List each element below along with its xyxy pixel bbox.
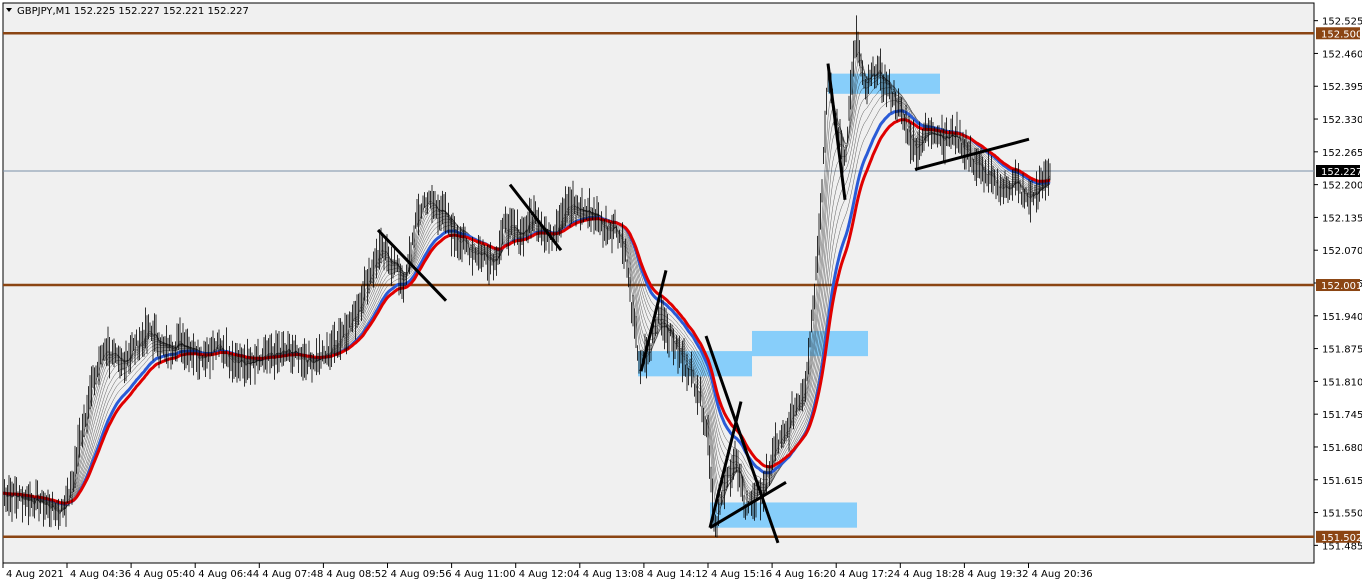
price-chart[interactable]: GBPJPY,M1 152.225 152.227 152.221 152.22… <box>0 0 1362 584</box>
x-tick-label: 4 Aug 04:36 <box>70 569 131 580</box>
y-tick-label: 151.810 <box>1322 377 1362 388</box>
x-tick-label: 4 Aug 09:56 <box>391 569 452 580</box>
y-tick-label: 152.135 <box>1322 213 1362 224</box>
x-tick-label: 4 Aug 17:24 <box>839 569 900 580</box>
level-price-label: 151.502 <box>1321 533 1362 544</box>
plot-area <box>2 2 1315 564</box>
y-tick-label: 152.330 <box>1322 115 1362 126</box>
y-tick-label: 151.875 <box>1322 345 1362 356</box>
x-tick-label: 4 Aug 19:32 <box>967 569 1028 580</box>
y-tick-label: 152.070 <box>1322 246 1362 257</box>
current-price-label: 152.227 <box>1321 167 1362 178</box>
y-tick-label: 151.940 <box>1322 312 1362 323</box>
level-price-label: 152.001 <box>1321 281 1362 292</box>
y-tick-label: 152.265 <box>1322 148 1362 159</box>
zone-rect <box>828 73 940 94</box>
x-tick-label: 4 Aug 08:52 <box>326 569 387 580</box>
x-tick-label: 4 Aug 11:00 <box>455 569 516 580</box>
x-tick-label: 4 Aug 05:40 <box>134 569 195 580</box>
y-tick-label: 152.395 <box>1322 82 1362 93</box>
x-tick-label: 4 Aug 12:04 <box>519 569 580 580</box>
y-tick-label: 151.550 <box>1322 509 1362 520</box>
y-tick-label: 152.200 <box>1322 181 1362 192</box>
header: GBPJPY,M1 152.225 152.227 152.221 152.22… <box>6 6 249 17</box>
x-tick-label: 4 Aug 14:12 <box>647 569 708 580</box>
x-tick-label: 4 Aug 06:44 <box>198 569 259 580</box>
y-tick-label: 151.680 <box>1322 443 1362 454</box>
y-tick-label: 151.615 <box>1322 476 1362 487</box>
x-tick-label: 4 Aug 13:08 <box>583 569 644 580</box>
y-tick-label: 152.460 <box>1322 49 1362 60</box>
y-tick-label: 152.525 <box>1322 17 1362 28</box>
y-tick-label: 151.745 <box>1322 410 1362 421</box>
level-price-label: 152.500 <box>1321 29 1362 40</box>
x-tick-label: 4 Aug 15:16 <box>711 569 772 580</box>
x-tick-label: 4 Aug 20:36 <box>1032 569 1093 580</box>
x-tick-label: 4 Aug 2021 <box>6 569 64 580</box>
x-tick-label: 4 Aug 07:48 <box>262 569 323 580</box>
x-tick-label: 4 Aug 16:20 <box>775 569 836 580</box>
symbol-header: GBPJPY,M1 152.225 152.227 152.221 152.22… <box>17 6 249 17</box>
x-tick-label: 4 Aug 18:28 <box>903 569 964 580</box>
